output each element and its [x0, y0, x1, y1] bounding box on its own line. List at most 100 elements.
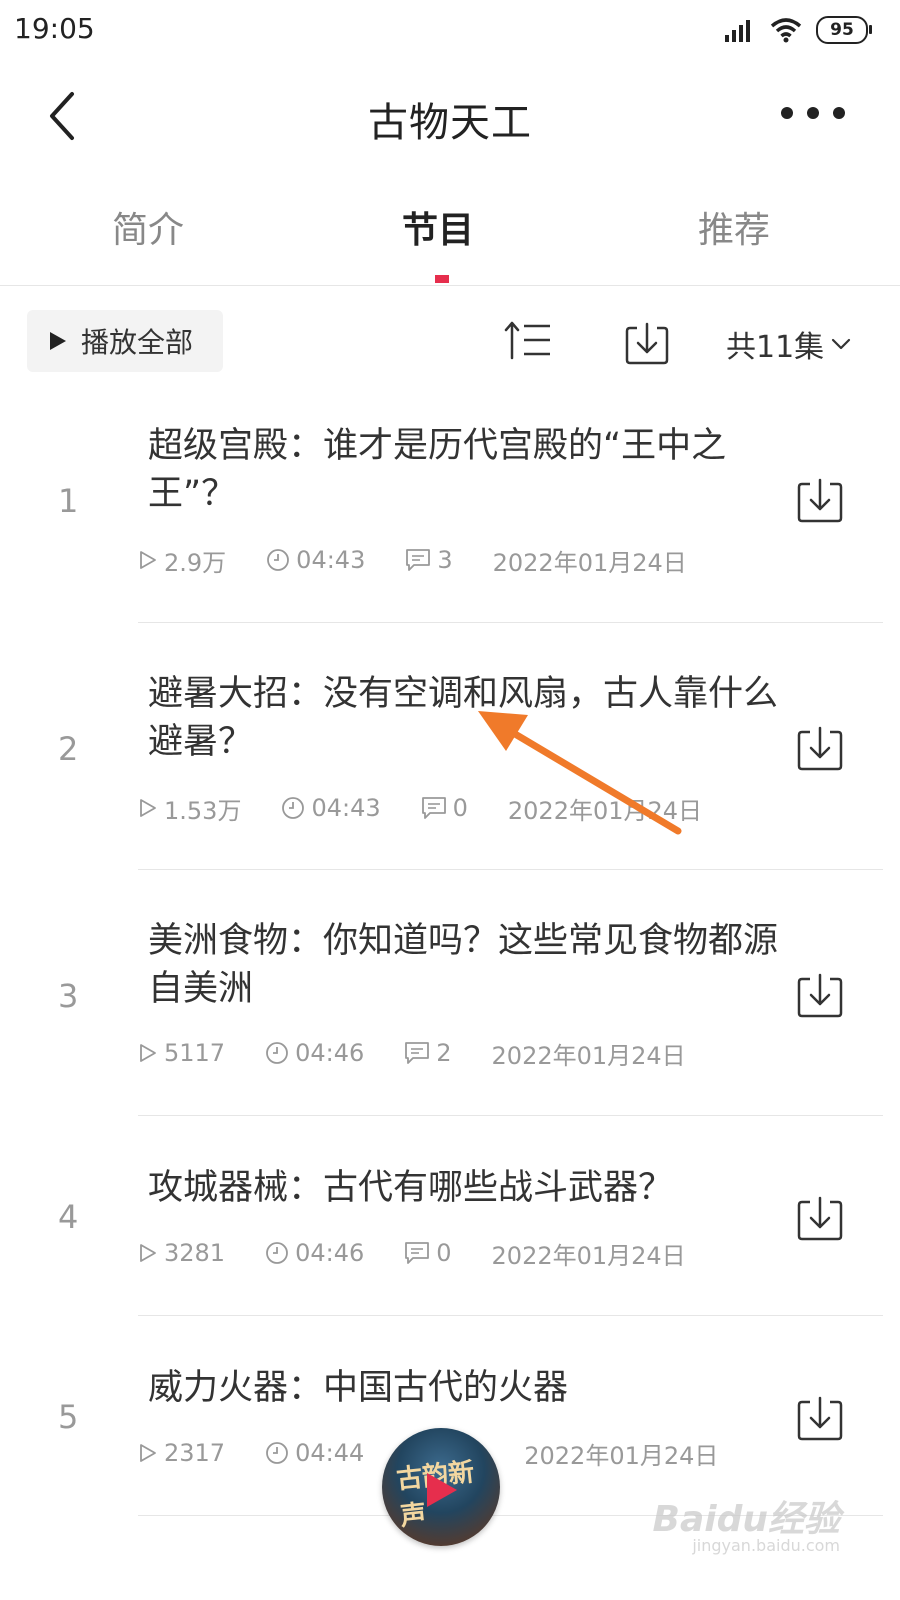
- watermark-url: jingyan.baidu.com: [692, 1536, 840, 1555]
- episode-index: 2: [58, 730, 79, 768]
- comment-count-value: 0: [452, 794, 468, 822]
- episode-download-button[interactable]: [796, 1194, 844, 1242]
- publish-date: 2022年01月24日: [492, 548, 687, 577]
- duration-value: 04:43: [311, 794, 381, 822]
- duration-value: 04:46: [295, 1039, 365, 1067]
- duration-value: 04:46: [295, 1239, 365, 1267]
- comment-count: 0: [421, 794, 468, 822]
- play-count-icon: [140, 799, 156, 817]
- episode-download-button[interactable]: [796, 724, 844, 772]
- episode-meta: 3281 04:46 0 2022年01月24日: [138, 1235, 726, 1271]
- clock-icon: [266, 1242, 288, 1264]
- episode-index: 3: [58, 977, 79, 1015]
- tab-recommend[interactable]: 推荐: [698, 201, 770, 253]
- episode-meta: 2.9万 04:43 3 2022年01月24日: [138, 542, 727, 578]
- episode-download-button[interactable]: [796, 971, 844, 1019]
- divider: [138, 1115, 883, 1116]
- clock-icon: [266, 1442, 288, 1464]
- toolbar: 播放全部 共11集: [0, 308, 900, 374]
- sort-button[interactable]: [504, 320, 554, 360]
- episode-title: 超级宫殿：谁才是历代宫殿的“王中之王”？: [148, 426, 727, 514]
- episode-item[interactable]: 3 美洲食物：你知道吗？这些常见食物都源自美洲 5117 04:46 2 202…: [0, 905, 900, 1117]
- page-title: 古物天工: [368, 100, 532, 146]
- play-icon: [50, 332, 66, 350]
- play-all-button[interactable]: 播放全部: [27, 310, 223, 372]
- tab-episodes[interactable]: 节目: [402, 201, 474, 253]
- play-icon: [427, 1473, 457, 1507]
- status-time: 19:05: [14, 12, 95, 45]
- play-count-icon: [140, 551, 156, 569]
- download-icon: [625, 322, 669, 365]
- duration-value: 04:44: [295, 1439, 365, 1467]
- play-count-value: 3281: [164, 1239, 226, 1267]
- chevron-down-icon: [832, 338, 851, 350]
- episode-item[interactable]: 1 超级宫殿：谁才是历代宫殿的“王中之王”？ 2.9万 04:43 3 2022…: [0, 410, 900, 622]
- episode-download-button[interactable]: [796, 1394, 844, 1442]
- clock-icon: [266, 1042, 288, 1064]
- comment-count: 2: [404, 1039, 452, 1067]
- play-count-value: 5117: [164, 1039, 226, 1067]
- play-count-icon: [140, 1244, 156, 1262]
- comment-count: 0: [404, 1239, 452, 1267]
- mini-player[interactable]: 古韵新声: [382, 1428, 500, 1546]
- tab-bar: 简介 节目 推荐: [0, 185, 900, 285]
- duration: 04:44: [265, 1439, 364, 1467]
- play-count: 5117: [138, 1039, 225, 1067]
- battery-level: 95: [830, 20, 854, 40]
- tab-intro[interactable]: 简介: [112, 201, 184, 253]
- episode-index: 4: [58, 1198, 79, 1236]
- download-all-button[interactable]: [624, 320, 670, 366]
- publish-date: 2022年01月24日: [524, 1441, 719, 1470]
- download-icon: [797, 478, 843, 523]
- status-bar: 19:05 95: [0, 0, 900, 62]
- download-icon: [797, 973, 843, 1018]
- sort-icon: [504, 321, 550, 360]
- signal-icon: [725, 20, 750, 42]
- comment-icon: [406, 549, 431, 571]
- download-icon: [797, 726, 843, 771]
- duration: 04:43: [281, 794, 381, 822]
- comment-count: 3: [405, 546, 453, 574]
- divider: [138, 1315, 883, 1316]
- status-icons: 95: [724, 14, 872, 46]
- header: 古物天工: [0, 62, 900, 172]
- duration: 04:43: [266, 546, 365, 574]
- episode-count-selector[interactable]: 共11集: [726, 322, 852, 366]
- comment-icon: [421, 797, 446, 819]
- battery-icon: 95: [816, 16, 872, 44]
- play-count: 2317: [138, 1439, 225, 1467]
- episode-title: 美洲食物：你知道吗？这些常见食物都源自美洲: [148, 921, 779, 1009]
- download-icon: [797, 1396, 843, 1441]
- play-count: 2.9万: [138, 543, 226, 578]
- play-count-icon: [140, 1444, 156, 1462]
- play-count-value: 1.53万: [164, 796, 242, 825]
- publish-date: 2022年01月24日: [491, 1241, 686, 1270]
- play-all-label: 播放全部: [81, 326, 194, 359]
- more-icon: [781, 107, 845, 119]
- comment-count-value: 0: [436, 1239, 452, 1267]
- divider: [138, 622, 883, 623]
- play-count-value: 2.9万: [164, 548, 227, 577]
- duration: 04:46: [265, 1239, 364, 1267]
- comment-count-value: 2: [436, 1039, 452, 1067]
- episode-download-button[interactable]: [796, 476, 844, 524]
- play-count: 1.53万: [138, 791, 241, 826]
- wifi-icon: [770, 18, 802, 43]
- more-button[interactable]: [778, 96, 848, 130]
- watermark-logo: Baidu经验: [652, 1499, 840, 1540]
- play-count-icon: [140, 1044, 156, 1062]
- tab-indicator: [435, 275, 449, 283]
- comment-icon: [405, 1242, 430, 1264]
- divider: [0, 285, 900, 286]
- annotation-arrow-icon: [478, 711, 682, 835]
- episode-index: 5: [58, 1398, 79, 1436]
- comment-icon: [405, 1042, 430, 1064]
- episode-item[interactable]: 4 攻城器械：古代有哪些战斗武器？ 3281 04:46 0 2022年01月2…: [0, 1152, 900, 1315]
- duration: 04:46: [265, 1039, 364, 1067]
- episode-title: 威力火器：中国古代的火器: [148, 1368, 569, 1408]
- clock-icon: [282, 797, 305, 819]
- clock-icon: [267, 549, 290, 571]
- comment-count-value: 3: [437, 546, 453, 574]
- episode-index: 1: [58, 482, 79, 520]
- episode-item[interactable]: 2 避暑大招：没有空调和风扇，古人靠什么避暑？ 1.53万 04:43 0 20…: [0, 658, 900, 870]
